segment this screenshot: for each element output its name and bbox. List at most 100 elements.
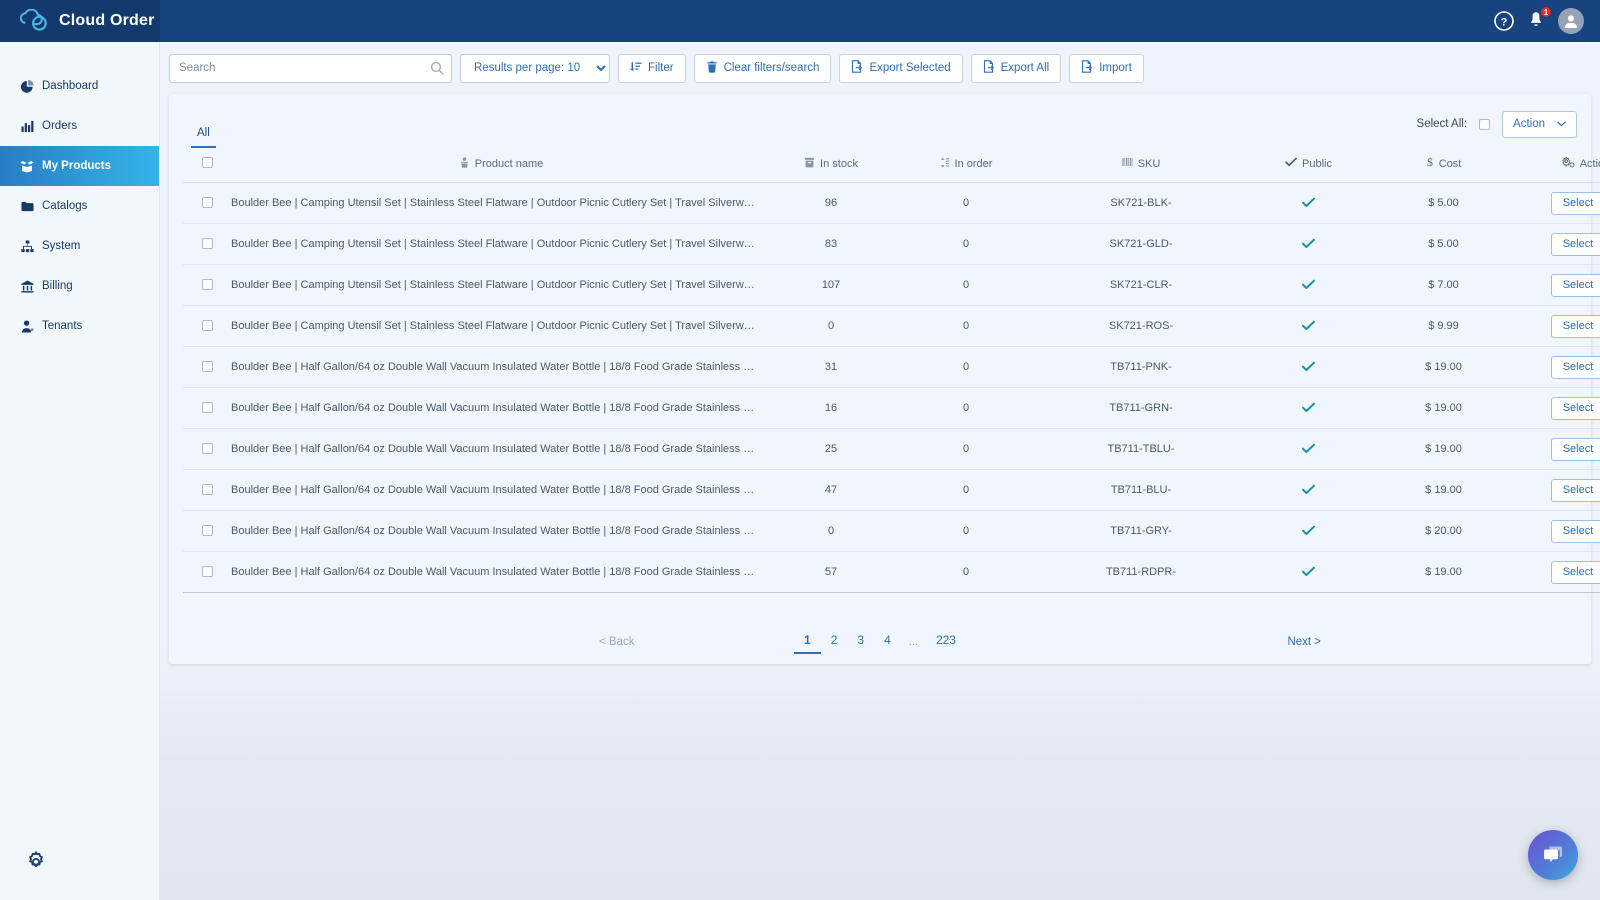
cell-in-order: 0: [891, 223, 1041, 265]
cell-public: [1241, 346, 1376, 388]
col-header-sku[interactable]: SKU: [1041, 148, 1241, 183]
cell-public: [1241, 223, 1376, 265]
col-header-cost[interactable]: $ Cost: [1376, 148, 1511, 183]
search-input[interactable]: [169, 53, 452, 83]
row-select-button[interactable]: Select: [1551, 355, 1600, 379]
results-per-page-select[interactable]: Results per page: 10Results per page: 25…: [460, 53, 610, 83]
col-header-public[interactable]: Public: [1241, 148, 1376, 183]
select-all-checkbox[interactable]: [1479, 118, 1491, 130]
col-header-in-stock[interactable]: In stock: [771, 148, 891, 183]
cell-action: Select: [1511, 305, 1600, 347]
user-avatar-icon[interactable]: [1558, 8, 1584, 34]
cell-action: Select: [1511, 387, 1600, 429]
search-field-wrapper: [169, 53, 452, 83]
cell-public: [1241, 551, 1376, 593]
row-select-button[interactable]: Select: [1551, 191, 1600, 215]
cell-in-order: 0: [891, 346, 1041, 388]
sidebar-item-orders[interactable]: Orders: [0, 106, 159, 146]
col-header-product-name[interactable]: Product name: [231, 148, 771, 183]
row-select-button[interactable]: Select: [1551, 519, 1600, 543]
cell-public: [1241, 428, 1376, 470]
row-select-button[interactable]: Select: [1551, 560, 1600, 584]
col-label: In stock: [820, 157, 858, 170]
import-button[interactable]: Import: [1069, 53, 1144, 83]
tab-all[interactable]: All: [191, 127, 216, 148]
row-checkbox[interactable]: [201, 196, 213, 208]
action-button-label: Action: [1513, 118, 1545, 130]
gear-icon[interactable]: [24, 850, 48, 874]
col-header-in-order[interactable]: In order: [891, 148, 1041, 183]
row-checkbox-cell: [183, 264, 231, 306]
clear-filters-button[interactable]: Clear filters/search: [693, 53, 832, 83]
chat-bubble-icon[interactable]: [1528, 830, 1578, 880]
row-select-button[interactable]: Select: [1551, 314, 1600, 338]
cell-cost: $ 19.00: [1376, 428, 1511, 470]
bell-icon[interactable]: 1: [1526, 6, 1552, 32]
row-select-button[interactable]: Select: [1551, 273, 1600, 297]
filter-button[interactable]: Filter: [618, 53, 686, 83]
check-icon: [1302, 359, 1315, 375]
row-checkbox[interactable]: [201, 360, 213, 372]
header-select-checkbox[interactable]: [201, 157, 213, 168]
table-wrapper: Product name In stock In order SKU Publi…: [169, 148, 1600, 602]
cell-in-stock: 96: [771, 182, 891, 224]
row-checkbox[interactable]: [201, 237, 213, 249]
svg-text:?: ?: [1501, 17, 1508, 29]
sidebar-item-dashboard[interactable]: Dashboard: [0, 66, 159, 106]
sidebar-item-billing[interactable]: Billing: [0, 266, 159, 306]
help-circle-icon[interactable]: ?: [1494, 11, 1514, 31]
cogs-icon: [1561, 155, 1575, 171]
bar-chart-icon: [20, 119, 34, 133]
cell-public: [1241, 510, 1376, 552]
row-select-button[interactable]: Select: [1551, 478, 1600, 502]
clear-filters-label: Clear filters/search: [723, 62, 820, 74]
cell-cost: $ 19.00: [1376, 387, 1511, 429]
row-checkbox[interactable]: [201, 483, 213, 495]
brand-area[interactable]: Cloud Order: [0, 0, 160, 42]
cell-in-order: 0: [891, 469, 1041, 511]
row-checkbox[interactable]: [201, 442, 213, 454]
export-all-button[interactable]: Export All: [970, 53, 1062, 83]
row-checkbox[interactable]: [201, 524, 213, 536]
pagination-page-4[interactable]: 4: [874, 631, 901, 654]
cell-sku: TB711-TBLU-: [1041, 428, 1241, 470]
sidebar-item-tenants[interactable]: Tenants: [0, 306, 159, 346]
product-tag-icon: [459, 156, 470, 171]
cell-product-name: Boulder Bee | Half Gallon/64 oz Double W…: [231, 551, 771, 593]
toolbar: Results per page: 10Results per page: 25…: [160, 42, 1600, 94]
pagination-next[interactable]: Next >: [1287, 636, 1321, 648]
row-checkbox-cell: [183, 551, 231, 593]
row-checkbox[interactable]: [201, 278, 213, 290]
export-selected-button[interactable]: Export Selected: [839, 53, 963, 83]
row-checkbox[interactable]: [201, 401, 213, 413]
row-select-button[interactable]: Select: [1551, 396, 1600, 420]
action-dropdown-button[interactable]: Action: [1502, 110, 1577, 138]
row-select-button[interactable]: Select: [1551, 437, 1600, 461]
col-label: Cost: [1438, 157, 1462, 170]
cell-cost: $ 19.00: [1376, 551, 1511, 593]
row-checkbox[interactable]: [201, 565, 213, 577]
cell-action: Select: [1511, 551, 1600, 593]
row-checkbox[interactable]: [201, 319, 213, 331]
row-select-label: Select: [1562, 279, 1594, 291]
export-icon: [983, 60, 995, 76]
pagination-page-3[interactable]: 3: [847, 631, 874, 654]
pagination-last-page[interactable]: 223: [926, 631, 966, 654]
pagination-page-2[interactable]: 2: [821, 631, 848, 654]
sidebar-item-label: System: [42, 240, 81, 252]
cell-sku: TB711-PNK-: [1041, 346, 1241, 388]
pagination-back[interactable]: < Back: [599, 636, 634, 648]
cell-in-stock: 83: [771, 223, 891, 265]
cell-cost: $ 9.99: [1376, 305, 1511, 347]
row-select-button[interactable]: Select: [1551, 232, 1600, 256]
row-checkbox-cell: [183, 428, 231, 470]
table-row: Boulder Bee | Half Gallon/64 oz Double W…: [183, 510, 1600, 552]
cell-action: Select: [1511, 182, 1600, 224]
sidebar-item-catalogs[interactable]: Catalogs: [0, 186, 159, 226]
sidebar-item-label: Orders: [42, 120, 78, 132]
sort-arrows-icon: [940, 157, 950, 171]
cell-sku: SK721-CLR-: [1041, 264, 1241, 306]
pagination-page-1[interactable]: 1: [794, 631, 821, 654]
sidebar-item-my-products[interactable]: My Products: [0, 146, 159, 186]
sidebar-item-system[interactable]: System: [0, 226, 159, 266]
